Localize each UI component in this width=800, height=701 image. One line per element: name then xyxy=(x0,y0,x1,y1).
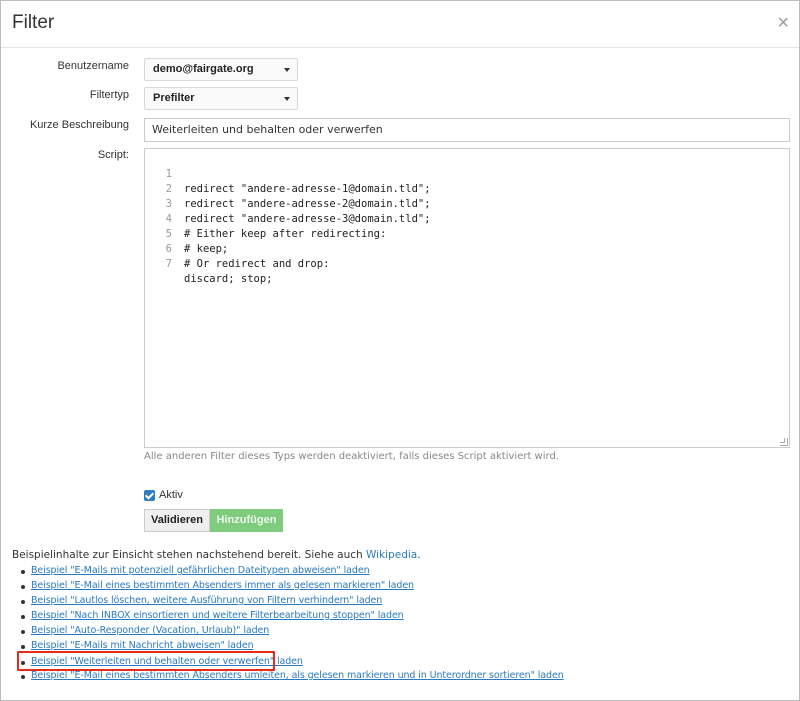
examples-intro-text: Beispielinhalte zur Einsicht stehen nach… xyxy=(12,549,367,561)
bullet-icon xyxy=(21,675,25,679)
code-line: 2 redirect "andere-adresse-2@domain.tld"… xyxy=(145,167,431,210)
validate-button[interactable]: Validieren xyxy=(144,509,210,532)
filtertype-label: Filtertyp xyxy=(89,89,129,101)
script-editor[interactable]: 1 redirect "andere-adresse-1@domain.tld"… xyxy=(144,148,790,448)
example-link[interactable]: Beispiel "Auto-Responder (Vacation, Urla… xyxy=(31,625,269,636)
example-link[interactable]: Beispiel "E-Mails mit potenziell gefährl… xyxy=(31,565,370,576)
bullet-icon xyxy=(21,600,25,604)
line-code: redirect "andere-adresse-1@domain.tld"; xyxy=(184,183,431,195)
description-label: Kurze Beschreibung xyxy=(29,119,129,131)
code-line: 3 redirect "andere-adresse-3@domain.tld"… xyxy=(145,182,431,225)
wikipedia-link[interactable]: Wikipedia xyxy=(366,549,417,561)
examples-intro-end: . xyxy=(417,549,421,561)
line-code: # keep; xyxy=(184,243,229,255)
active-label[interactable]: Aktiv xyxy=(159,489,183,501)
line-code: redirect "andere-adresse-2@domain.tld"; xyxy=(184,198,431,210)
close-icon[interactable]: × xyxy=(777,13,789,33)
line-code: # Or redirect and drop: xyxy=(184,258,330,270)
code-line: 7 discard; stop; xyxy=(145,242,273,285)
example-link[interactable]: Beispiel "Nach INBOX einsortieren und we… xyxy=(31,610,404,621)
username-select-value: demo@fairgate.org xyxy=(153,63,254,75)
line-code: discard; stop; xyxy=(184,273,273,285)
code-line: 1 redirect "andere-adresse-1@domain.tld"… xyxy=(145,152,431,195)
bullet-icon xyxy=(21,570,25,574)
dialog-title: Filter xyxy=(12,12,55,33)
username-select[interactable]: demo@fairgate.org xyxy=(144,58,298,81)
bullet-icon xyxy=(21,645,25,649)
description-input[interactable]: Weiterleiten und behalten oder verwerfen xyxy=(144,118,790,142)
filtertype-select-value: Prefilter xyxy=(153,92,195,104)
code-line: 5 # keep; xyxy=(145,212,229,255)
example-link[interactable]: Beispiel "E-Mails mit Nachricht abweisen… xyxy=(31,640,254,651)
add-button[interactable]: Hinzufügen xyxy=(210,509,283,532)
resize-handle-icon[interactable] xyxy=(780,438,788,446)
examples-intro: Beispielinhalte zur Einsicht stehen nach… xyxy=(12,549,421,561)
bullet-icon xyxy=(21,585,25,589)
chevron-down-icon xyxy=(284,68,290,72)
line-number: 7 xyxy=(165,258,172,270)
code-line: 6 # Or redirect and drop: xyxy=(145,227,330,270)
filtertype-select[interactable]: Prefilter xyxy=(144,87,298,110)
bullet-icon xyxy=(21,630,25,634)
example-link[interactable]: Beispiel "Lautlos löschen, weitere Ausfü… xyxy=(31,595,382,606)
active-checkbox[interactable] xyxy=(144,490,155,501)
line-code: redirect "andere-adresse-3@domain.tld"; xyxy=(184,213,431,225)
bullet-icon xyxy=(21,615,25,619)
chevron-down-icon xyxy=(284,97,290,101)
line-code: # Either keep after redirecting: xyxy=(184,228,387,240)
example-link[interactable]: Beispiel "E-Mail eines bestimmten Absend… xyxy=(31,670,564,681)
example-link[interactable]: Beispiel "E-Mail eines bestimmten Absend… xyxy=(31,580,414,591)
code-line: 4 # Either keep after redirecting: xyxy=(145,197,387,240)
script-label: Script: xyxy=(97,149,129,161)
username-label: Benutzername xyxy=(57,60,129,72)
filter-dialog: Filter × Benutzername demo@fairgate.org … xyxy=(0,0,800,701)
dialog-header: Filter × xyxy=(1,1,799,48)
script-help-text: Alle anderen Filter dieses Typs werden d… xyxy=(144,451,559,462)
highlight-box xyxy=(17,651,275,671)
